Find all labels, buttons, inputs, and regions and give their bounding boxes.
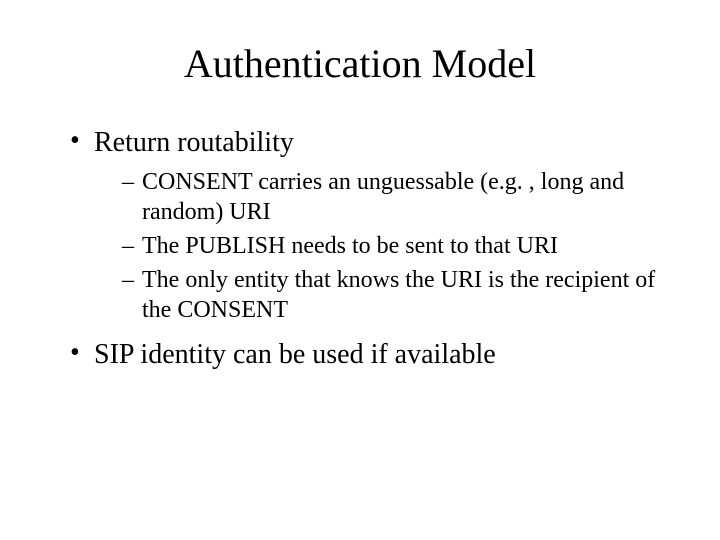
sub-bullet-item: CONSENT carries an unguessable (e.g. , l… — [122, 167, 670, 227]
slide-title: Authentication Model — [50, 40, 670, 87]
slide: Authentication Model Return routability … — [0, 0, 720, 540]
sub-bullet-item: The only entity that knows the URI is th… — [122, 265, 670, 325]
sub-bullet-list: CONSENT carries an unguessable (e.g. , l… — [94, 167, 670, 325]
sub-bullet-item: The PUBLISH needs to be sent to that URI — [122, 231, 670, 261]
bullet-item: SIP identity can be used if available — [70, 339, 670, 371]
bullet-item: Return routability CONSENT carries an un… — [70, 127, 670, 325]
bullet-text: SIP identity can be used if available — [94, 339, 496, 370]
bullet-list: Return routability CONSENT carries an un… — [50, 127, 670, 371]
bullet-text: Return routability — [94, 127, 294, 158]
